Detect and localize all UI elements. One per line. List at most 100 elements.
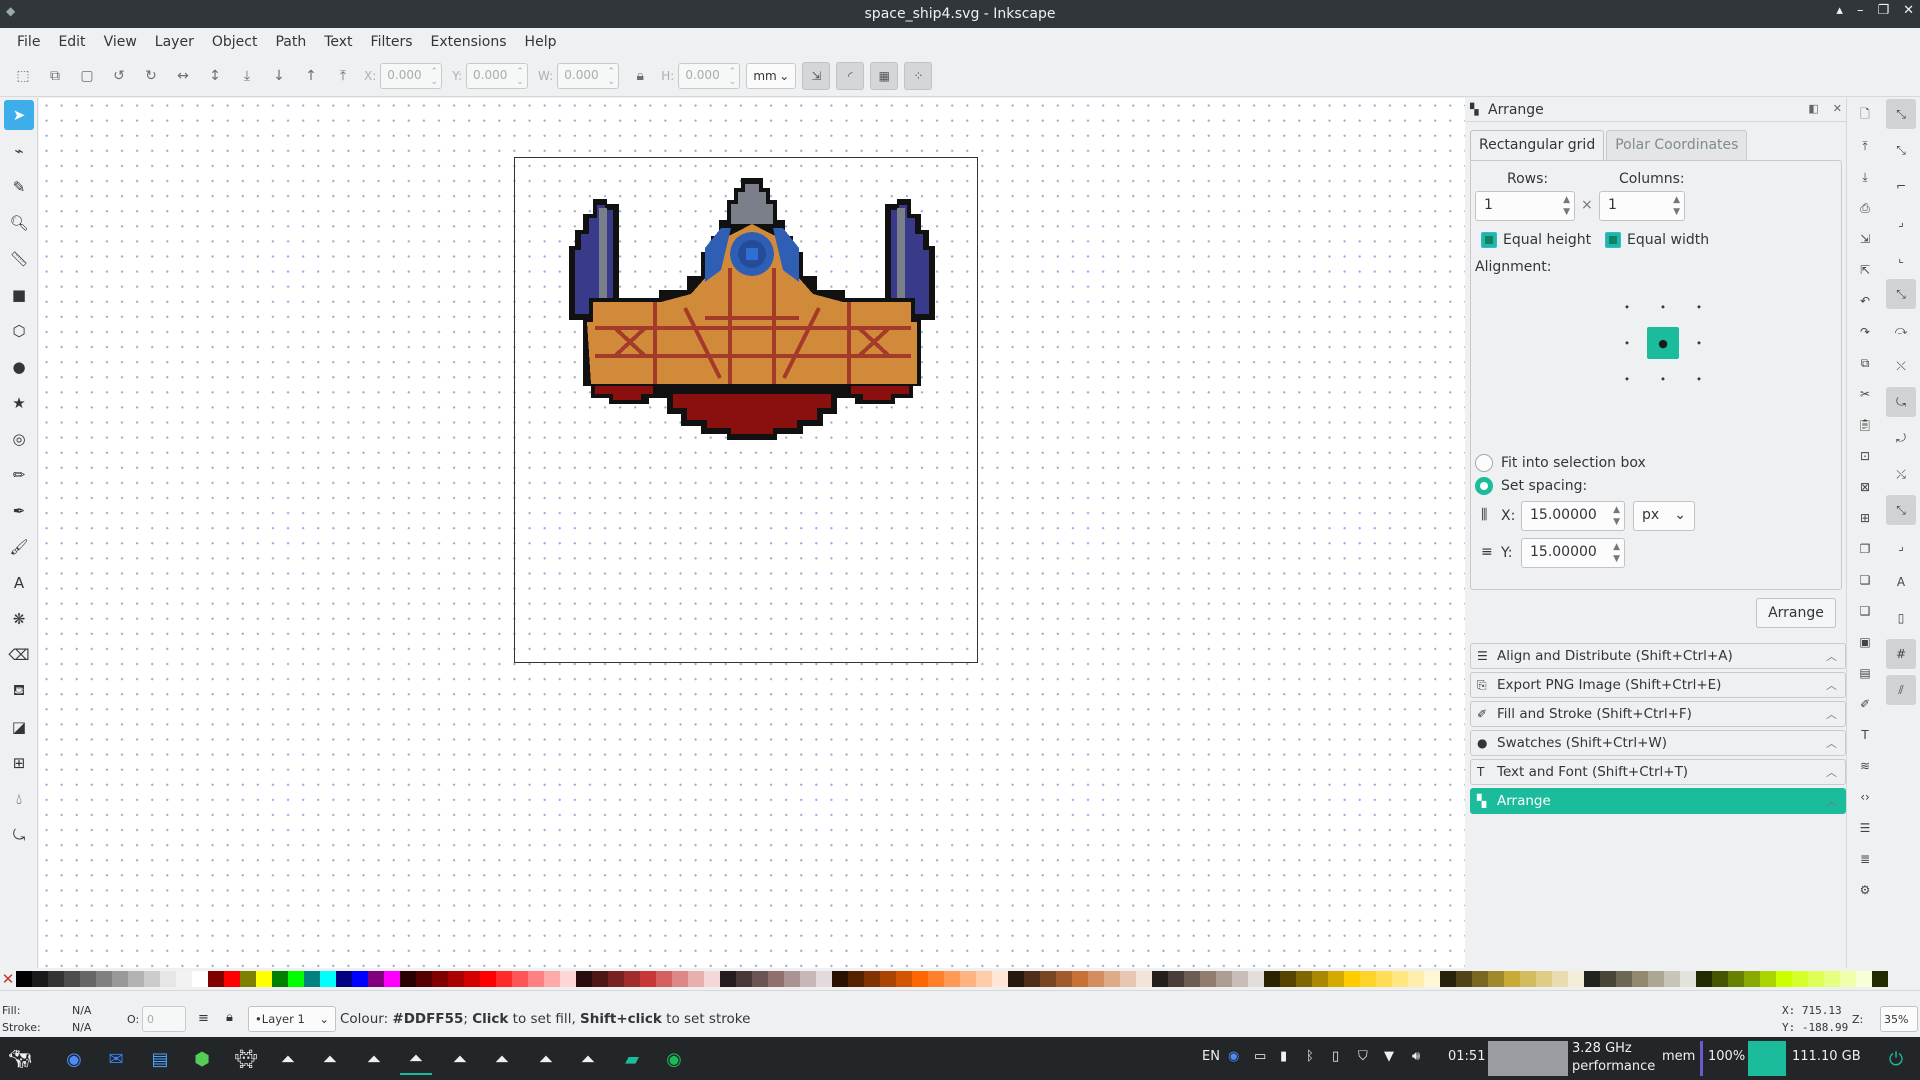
spacing-x-input[interactable]: 15.00000 ▲ ▼ — [1521, 501, 1625, 531]
open-icon[interactable]: ⤒ — [1851, 132, 1879, 160]
clipboard-tray-icon[interactable]: ▮ — [1280, 1049, 1287, 1064]
palette-swatch[interactable] — [1648, 971, 1664, 987]
zoom-selection-icon[interactable]: ⊡ — [1851, 442, 1879, 470]
rotate-cw-icon[interactable]: ↻ — [136, 61, 166, 91]
lower-to-bottom-icon[interactable]: ⤓ — [232, 61, 262, 91]
palette-swatch[interactable] — [1744, 971, 1760, 987]
clone-icon[interactable]: ❏ — [1851, 566, 1879, 594]
selector-tool-icon[interactable]: ➤ — [4, 100, 34, 130]
pencil-tool-icon[interactable]: ✏ — [4, 460, 34, 490]
align-icon[interactable]: ☰ — [1851, 814, 1879, 842]
gradient-tool-icon[interactable]: ◪ — [4, 712, 34, 742]
palette-swatch[interactable] — [1056, 971, 1072, 987]
menu-object[interactable]: Object — [203, 34, 267, 50]
minimize-button[interactable]: – — [1857, 3, 1864, 18]
tab-polar-coordinates[interactable]: Polar Coordinates — [1606, 130, 1748, 160]
palette-swatch[interactable] — [928, 971, 944, 987]
inkscape-window-active-icon[interactable]: ⏶ — [400, 1043, 432, 1075]
palette-swatch[interactable] — [1824, 971, 1840, 987]
panel-export-png[interactable]: ⎘ Export PNG Image (Shift+Ctrl+E) ︿ — [1470, 672, 1846, 698]
palette-swatch[interactable] — [784, 971, 800, 987]
y-input[interactable]: 0.000 — [466, 62, 529, 89]
palette-swatch[interactable] — [1664, 971, 1680, 987]
select-all-icon[interactable]: ⬚ — [8, 61, 38, 91]
palette-swatch[interactable] — [1264, 971, 1280, 987]
palette-swatch[interactable] — [1312, 971, 1328, 987]
spin-arrows-icon[interactable]: ▲ ▼ — [1613, 541, 1620, 565]
palette-swatch[interactable] — [992, 971, 1008, 987]
palette-swatch[interactable] — [1152, 971, 1168, 987]
align-bottom-left-icon[interactable]: ⬩ — [1611, 363, 1643, 395]
palette-swatch[interactable] — [432, 971, 448, 987]
palette-swatch[interactable] — [1616, 971, 1632, 987]
palette-swatch[interactable] — [1488, 971, 1504, 987]
menu-file[interactable]: File — [8, 34, 49, 50]
snap-grid-icon[interactable]: # — [1886, 639, 1916, 669]
palette-swatch[interactable] — [704, 971, 720, 987]
align-center-icon[interactable]: ● — [1647, 327, 1679, 359]
tab-rectangular-grid[interactable]: Rectangular grid — [1470, 130, 1605, 160]
xml-editor-icon[interactable]: ‹› — [1851, 783, 1879, 811]
palette-swatch[interactable] — [416, 971, 432, 987]
snap-enable-icon[interactable]: ⤡ — [1886, 99, 1916, 129]
zoom-drawing-icon[interactable]: ⊠ — [1851, 473, 1879, 501]
palette-swatch[interactable] — [1872, 971, 1888, 987]
align-top-right-icon[interactable]: ⬩ — [1683, 291, 1715, 323]
connector-tool-icon[interactable]: ⤿ — [4, 820, 34, 850]
palette-swatch[interactable] — [832, 971, 848, 987]
messenger-icon[interactable]: ✉ — [100, 1043, 132, 1075]
palette-swatch[interactable] — [816, 971, 832, 987]
star-tool-icon[interactable]: ★ — [4, 388, 34, 418]
panel-arrange[interactable]: ▚ Arrange ︿ — [1470, 788, 1846, 814]
lower-icon[interactable]: ↓ — [264, 61, 294, 91]
palette-swatch[interactable] — [1200, 971, 1216, 987]
panel-fill-stroke[interactable]: ✐ Fill and Stroke (Shift+Ctrl+F) ︿ — [1470, 701, 1846, 727]
palette-swatch[interactable] — [512, 971, 528, 987]
palette-swatch[interactable] — [1024, 971, 1040, 987]
palette-swatch[interactable] — [624, 971, 640, 987]
file-manager-icon[interactable]: ▰ — [616, 1043, 648, 1075]
app-menu-icon[interactable]: ◆ — [6, 4, 20, 18]
snap-path-icon[interactable]: ⤼ — [1886, 315, 1916, 345]
terminal-tray-icon[interactable]: ▭ — [1254, 1049, 1266, 1064]
align-bottom-center-icon[interactable]: ⬩ — [1647, 363, 1679, 395]
text-tool-icon[interactable]: A — [4, 568, 34, 598]
palette-swatch[interactable] — [1136, 971, 1152, 987]
menu-layer[interactable]: Layer — [146, 34, 203, 50]
columns-input[interactable]: 1 ▲ ▼ — [1599, 191, 1685, 221]
spin-arrows-icon[interactable]: ▲ ▼ — [1673, 194, 1680, 218]
raise-icon[interactable]: ↑ — [296, 61, 326, 91]
scale-stroke-icon[interactable]: ⇲ — [802, 61, 831, 90]
bluetooth-icon[interactable]: ᛒ — [1306, 1049, 1314, 1064]
redo-icon[interactable]: ↷ — [1851, 318, 1879, 346]
maximize-button[interactable]: ❐ — [1877, 3, 1889, 18]
x-input[interactable]: 0.000 — [380, 62, 443, 89]
palette-swatch[interactable] — [304, 971, 320, 987]
rotate-ccw-icon[interactable]: ↺ — [104, 61, 134, 91]
palette-swatch[interactable] — [976, 971, 992, 987]
palette-swatch[interactable] — [656, 971, 672, 987]
palette-swatch[interactable] — [1216, 971, 1232, 987]
fit-selection-radio[interactable]: Fit into selection box — [1475, 454, 1646, 472]
spray-tool-icon[interactable]: ❋ — [4, 604, 34, 634]
fill-stroke-icon[interactable]: ✐ — [1851, 690, 1879, 718]
palette-swatch[interactable] — [1728, 971, 1744, 987]
flip-vertical-icon[interactable]: ↕ — [200, 61, 230, 91]
palette-swatch[interactable] — [1040, 971, 1056, 987]
objects-icon[interactable]: ≣ — [1851, 845, 1879, 873]
cut-icon[interactable]: ✂ — [1851, 380, 1879, 408]
paste-icon[interactable]: 📋︎ — [1851, 411, 1879, 439]
volume-icon[interactable]: 🔊︎ — [1412, 1049, 1420, 1064]
palette-swatch[interactable] — [576, 971, 592, 987]
box3d-tool-icon[interactable]: ⬡ — [4, 316, 34, 346]
measure-tool-icon[interactable]: 📏︎ — [4, 244, 34, 274]
palette-swatch[interactable] — [112, 971, 128, 987]
palette-swatch[interactable] — [592, 971, 608, 987]
spotify-icon[interactable]: ◉ — [658, 1043, 690, 1075]
inkscape-window-5-icon[interactable]: ⏶ — [444, 1043, 476, 1075]
transform-gradients-icon[interactable]: ▦ — [870, 61, 899, 90]
paint-bucket-tool-icon[interactable]: ⛾ — [4, 676, 34, 706]
start-menu-icon[interactable]: 🐄︎ — [4, 1043, 36, 1075]
lock-icon[interactable]: 🔒︎ — [625, 61, 655, 91]
copy-icon[interactable]: ⧉ — [1851, 349, 1879, 377]
